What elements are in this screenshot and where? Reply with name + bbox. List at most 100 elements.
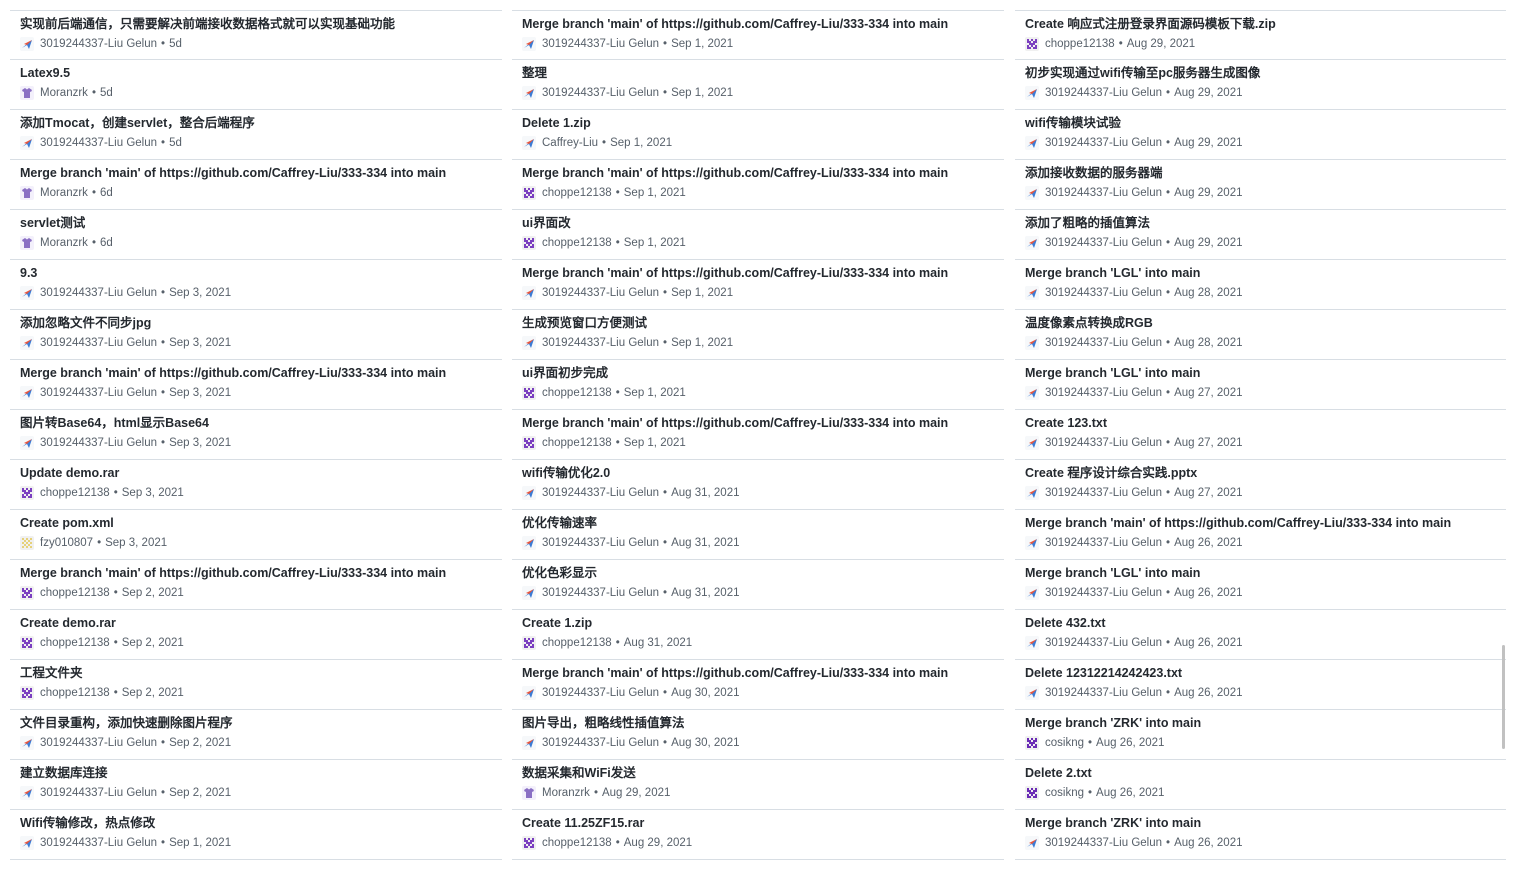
commit-author-link[interactable]: 3019244337-Liu Gelun bbox=[1045, 287, 1162, 299]
paper-plane-avatar-icon[interactable] bbox=[1025, 286, 1039, 300]
identicon-avatar-icon[interactable] bbox=[522, 836, 536, 850]
paper-plane-avatar-icon[interactable] bbox=[20, 786, 34, 800]
commit-author-link[interactable]: 3019244337-Liu Gelun bbox=[1045, 437, 1162, 449]
paper-plane-avatar-icon[interactable] bbox=[20, 286, 34, 300]
paper-plane-avatar-icon[interactable] bbox=[1025, 336, 1039, 350]
paper-plane-avatar-icon[interactable] bbox=[20, 436, 34, 450]
commit-author-link[interactable]: 3019244337-Liu Gelun bbox=[542, 38, 659, 50]
commit-author-link[interactable]: 3019244337-Liu Gelun bbox=[1045, 837, 1162, 849]
identicon-avatar-icon[interactable] bbox=[522, 636, 536, 650]
commit-message-link[interactable]: 建立数据库连接 bbox=[20, 763, 502, 783]
commit-message-link[interactable]: Create 响应式注册登录界面源码模板下载.zip bbox=[1025, 14, 1506, 34]
commit-message-link[interactable]: Merge branch 'main' of https://github.co… bbox=[522, 663, 1004, 683]
commit-message-link[interactable]: Delete 12312214242423.txt bbox=[1025, 663, 1506, 683]
identicon-avatar-icon[interactable] bbox=[522, 436, 536, 450]
paper-plane-avatar-icon[interactable] bbox=[522, 86, 536, 100]
identicon-avatar-icon[interactable] bbox=[20, 586, 34, 600]
paper-plane-avatar-icon[interactable] bbox=[1025, 536, 1039, 550]
commit-author-link[interactable]: 3019244337-Liu Gelun bbox=[1045, 387, 1162, 399]
commit-author-link[interactable]: 3019244337-Liu Gelun bbox=[40, 737, 157, 749]
commit-author-link[interactable]: 3019244337-Liu Gelun bbox=[40, 38, 157, 50]
paper-plane-avatar-icon[interactable] bbox=[1025, 636, 1039, 650]
paper-plane-avatar-icon[interactable] bbox=[1025, 686, 1039, 700]
commit-message-link[interactable]: Merge branch 'main' of https://github.co… bbox=[522, 163, 1004, 183]
paper-plane-avatar-icon[interactable] bbox=[20, 37, 34, 51]
commit-message-link[interactable]: 初步实现通过wifi传输至pc服务器生成图像 bbox=[1025, 63, 1506, 83]
commit-message-link[interactable]: 文件目录重构，添加快速删除图片程序 bbox=[20, 713, 502, 733]
commit-message-link[interactable]: 整理 bbox=[522, 63, 1004, 83]
commit-message-link[interactable]: 温度像素点转换成RGB bbox=[1025, 313, 1506, 333]
identicon-avatar-icon[interactable] bbox=[1025, 736, 1039, 750]
commit-author-link[interactable]: choppe12138 bbox=[542, 637, 612, 649]
commit-author-link[interactable]: 3019244337-Liu Gelun bbox=[40, 337, 157, 349]
commit-message-link[interactable]: 添加Tmocat，创建servlet，整合后端程序 bbox=[20, 113, 502, 133]
commit-message-link[interactable]: Create 11.25ZF15.rar bbox=[522, 813, 1004, 833]
commit-author-link[interactable]: choppe12138 bbox=[1045, 38, 1115, 50]
paper-plane-avatar-icon[interactable] bbox=[20, 836, 34, 850]
commit-author-link[interactable]: 3019244337-Liu Gelun bbox=[1045, 237, 1162, 249]
commit-message-link[interactable]: wifi传输模块试验 bbox=[1025, 113, 1506, 133]
commit-message-link[interactable]: Create pom.xml bbox=[20, 513, 502, 533]
shirt-avatar-icon[interactable] bbox=[20, 186, 34, 200]
commit-message-link[interactable]: Merge branch 'main' of https://github.co… bbox=[522, 14, 1004, 34]
paper-plane-avatar-icon[interactable] bbox=[1025, 386, 1039, 400]
commit-author-link[interactable]: 3019244337-Liu Gelun bbox=[1045, 487, 1162, 499]
commit-message-link[interactable]: Merge branch 'main' of https://github.co… bbox=[522, 413, 1004, 433]
commit-author-link[interactable]: Moranzrk bbox=[40, 187, 88, 199]
commit-author-link[interactable]: Moranzrk bbox=[40, 237, 88, 249]
commit-author-link[interactable]: cosikng bbox=[1045, 737, 1084, 749]
paper-plane-avatar-icon[interactable] bbox=[1025, 136, 1039, 150]
scrollbar-thumb[interactable] bbox=[1502, 645, 1505, 749]
commit-message-link[interactable]: Merge branch 'main' of https://github.co… bbox=[20, 563, 502, 583]
commit-author-link[interactable]: choppe12138 bbox=[542, 837, 612, 849]
paper-plane-avatar-icon[interactable] bbox=[522, 686, 536, 700]
commit-author-link[interactable]: 3019244337-Liu Gelun bbox=[1045, 537, 1162, 549]
commit-message-link[interactable]: 生成预览窗口方便测试 bbox=[522, 313, 1004, 333]
commit-author-link[interactable]: 3019244337-Liu Gelun bbox=[542, 537, 659, 549]
commit-message-link[interactable]: 图片导出，粗略线性插值算法 bbox=[522, 713, 1004, 733]
commit-message-link[interactable]: 添加接收数据的服务器端 bbox=[1025, 163, 1506, 183]
commit-message-link[interactable]: 图片转Base64，html显示Base64 bbox=[20, 413, 502, 433]
commit-author-link[interactable]: 3019244337-Liu Gelun bbox=[1045, 87, 1162, 99]
paper-plane-avatar-icon[interactable] bbox=[522, 736, 536, 750]
shirt-avatar-icon[interactable] bbox=[522, 786, 536, 800]
commit-message-link[interactable]: Merge branch 'LGL' into main bbox=[1025, 263, 1506, 283]
commit-author-link[interactable]: choppe12138 bbox=[40, 637, 110, 649]
commit-message-link[interactable]: Delete 432.txt bbox=[1025, 613, 1506, 633]
commit-message-link[interactable]: Merge branch 'LGL' into main bbox=[1025, 563, 1506, 583]
commit-author-link[interactable]: 3019244337-Liu Gelun bbox=[40, 787, 157, 799]
commit-message-link[interactable]: 优化传输速率 bbox=[522, 513, 1004, 533]
paper-plane-avatar-icon[interactable] bbox=[20, 336, 34, 350]
paper-plane-avatar-icon[interactable] bbox=[522, 286, 536, 300]
commit-message-link[interactable]: 添加忽略文件不同步jpg bbox=[20, 313, 502, 333]
commit-author-link[interactable]: 3019244337-Liu Gelun bbox=[1045, 187, 1162, 199]
commit-message-link[interactable]: ui界面改 bbox=[522, 213, 1004, 233]
commit-author-link[interactable]: 3019244337-Liu Gelun bbox=[1045, 637, 1162, 649]
commit-message-link[interactable]: Create demo.rar bbox=[20, 613, 502, 633]
commit-author-link[interactable]: 3019244337-Liu Gelun bbox=[1045, 687, 1162, 699]
commit-message-link[interactable]: Merge branch 'main' of https://github.co… bbox=[522, 263, 1004, 283]
commit-author-link[interactable]: Caffrey-Liu bbox=[542, 137, 598, 149]
commit-message-link[interactable]: Wifi传输修改，热点修改 bbox=[20, 813, 502, 833]
commit-message-link[interactable]: 添加了粗略的插值算法 bbox=[1025, 213, 1506, 233]
commit-message-link[interactable]: Latex9.5 bbox=[20, 63, 502, 83]
commit-author-link[interactable]: 3019244337-Liu Gelun bbox=[40, 137, 157, 149]
commit-author-link[interactable]: 3019244337-Liu Gelun bbox=[542, 87, 659, 99]
commit-message-link[interactable]: 优化色彩显示 bbox=[522, 563, 1004, 583]
commit-message-link[interactable]: Merge branch 'main' of https://github.co… bbox=[20, 163, 502, 183]
commit-author-link[interactable]: 3019244337-Liu Gelun bbox=[542, 737, 659, 749]
paper-plane-avatar-icon[interactable] bbox=[1025, 236, 1039, 250]
paper-plane-avatar-icon[interactable] bbox=[1025, 436, 1039, 450]
commit-author-link[interactable]: choppe12138 bbox=[40, 587, 110, 599]
shirt-avatar-icon[interactable] bbox=[20, 236, 34, 250]
commit-author-link[interactable]: 3019244337-Liu Gelun bbox=[1045, 337, 1162, 349]
paper-plane-avatar-icon[interactable] bbox=[20, 736, 34, 750]
commit-message-link[interactable]: ui界面初步完成 bbox=[522, 363, 1004, 383]
paper-plane-avatar-icon[interactable] bbox=[522, 136, 536, 150]
paper-plane-avatar-icon[interactable] bbox=[20, 136, 34, 150]
commit-message-link[interactable]: Merge branch 'main' of https://github.co… bbox=[1025, 513, 1506, 533]
paper-plane-avatar-icon[interactable] bbox=[20, 386, 34, 400]
commit-message-link[interactable]: wifi传输优化2.0 bbox=[522, 463, 1004, 483]
commit-author-link[interactable]: cosikng bbox=[1045, 787, 1084, 799]
commit-message-link[interactable]: Delete 2.txt bbox=[1025, 763, 1506, 783]
